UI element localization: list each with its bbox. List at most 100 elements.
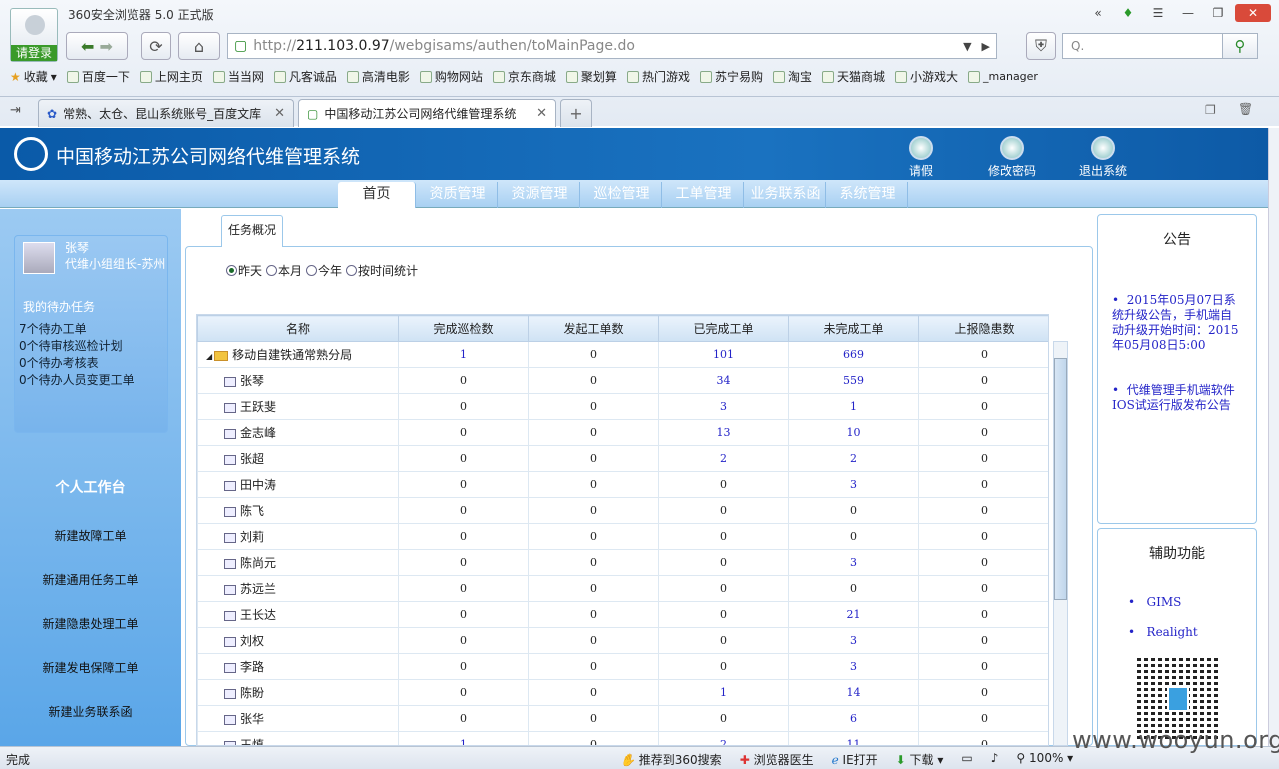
expand-arrow-icon[interactable]: ◢ — [206, 352, 212, 361]
scrollbar-thumb[interactable] — [1054, 358, 1067, 600]
sidebar-toggle-icon[interactable]: ⇥ — [10, 103, 21, 118]
column-header[interactable]: 发起工单数 — [528, 315, 659, 342]
table-row[interactable]: 陈尚元 0 0 0 3 0 — [197, 549, 1048, 576]
tab-count-icon[interactable]: ❐ — [1205, 103, 1216, 117]
column-header[interactable]: 未完成工单 — [788, 315, 919, 342]
menu-qualification[interactable]: 资质管理 — [418, 182, 498, 208]
home-button[interactable]: ⌂ — [178, 32, 220, 60]
logout-button[interactable]: 退出系统 — [1068, 136, 1138, 179]
menu-lines-icon[interactable]: ☰ — [1145, 4, 1171, 22]
leave-button[interactable]: 请假 — [886, 136, 956, 179]
bookmark-item[interactable]: 小游戏大 — [895, 68, 958, 85]
table-row[interactable]: ◢ 移动自建铁通常熟分局 1 0 101 669 0 — [197, 341, 1048, 368]
table-row[interactable]: 刘权 0 0 0 3 0 — [197, 627, 1048, 654]
table-row[interactable]: 苏远兰 0 0 0 0 0 — [197, 575, 1048, 602]
skin-icon[interactable]: ♦ — [1115, 4, 1141, 22]
volume-icon[interactable]: ♪ — [991, 751, 999, 768]
table-row[interactable]: 张华 0 0 0 6 0 — [197, 705, 1048, 732]
table-row[interactable]: 王慎 1 0 2 11 0 — [197, 731, 1048, 745]
table-row[interactable]: 李路 0 0 0 3 0 — [197, 653, 1048, 680]
close-tab-icon[interactable]: ✕ — [274, 106, 285, 121]
minimize-icon[interactable]: — — [1175, 4, 1201, 22]
radio-yesterday[interactable]: 昨天 — [226, 262, 262, 279]
notice-item[interactable]: • 代维管理手机端软件IOS试运行版发布公告 — [1098, 383, 1256, 413]
new-power-order-link[interactable]: 新建发电保障工单 — [0, 659, 181, 676]
column-header[interactable]: 完成巡检数 — [398, 315, 529, 342]
refresh-button[interactable]: ⟳ — [141, 32, 171, 60]
new-general-task-link[interactable]: 新建通用任务工单 — [0, 571, 181, 588]
bookmark-item[interactable]: 百度一下 — [66, 68, 130, 85]
new-tab-button[interactable]: + — [560, 99, 592, 127]
todo-staff-changes[interactable]: 0个待办人员变更工单 — [19, 372, 135, 389]
column-header[interactable]: 已完成工单 — [658, 315, 789, 342]
bookmark-item[interactable]: 京东商城 — [492, 68, 556, 85]
bookmark-item[interactable]: 当当网 — [212, 68, 264, 85]
radio-year[interactable]: 今年 — [306, 262, 342, 279]
bookmark-item[interactable]: 聚划算 — [565, 68, 617, 85]
back-arrow-icon[interactable]: ⬅ — [81, 37, 94, 56]
back-forward-button[interactable]: ⬅ ➡ — [66, 32, 128, 60]
bookmark-item[interactable]: 凡客诚品 — [273, 68, 337, 85]
bookmark-item[interactable]: 购物网站 — [419, 68, 483, 85]
menu-home[interactable]: 首页 — [338, 182, 416, 208]
grid-scrollbar[interactable] — [1053, 341, 1068, 746]
user-avatar-button[interactable]: 请登录 — [10, 8, 58, 62]
menu-business-letter[interactable]: 业务联系函 — [746, 182, 826, 208]
bookmark-item[interactable]: 苏宁易购 — [699, 68, 763, 85]
notice-item[interactable]: • 2015年05月07日系统升级公告，手机端自动升级开始时间：2015年05月… — [1098, 293, 1256, 353]
forward-arrow-icon[interactable]: ➡ — [100, 37, 113, 56]
table-row[interactable]: 金志峰 0 0 13 10 0 — [197, 419, 1048, 446]
new-business-letter-link[interactable]: 新建业务联系函 — [0, 703, 181, 720]
table-row[interactable]: 张超 0 0 2 2 0 — [197, 445, 1048, 472]
tab-main-system[interactable]: ▢ 中国移动江苏公司网络代维管理系统 ✕ — [298, 99, 556, 127]
ie-open-button[interactable]: ℯ IE打开 — [832, 751, 878, 768]
bookmark-item[interactable]: _manager — [968, 70, 1038, 83]
column-header[interactable]: 名称 — [197, 315, 399, 342]
bookmark-item[interactable]: 热门游戏 — [626, 68, 690, 85]
radio-month[interactable]: 本月 — [266, 262, 302, 279]
close-window-icon[interactable]: ✕ — [1235, 4, 1271, 22]
table-row[interactable]: 陈盼 0 0 1 14 0 — [197, 679, 1048, 706]
aux-link-realight[interactable]: • Realight — [1098, 625, 1256, 640]
todo-inspection-plans[interactable]: 0个待审核巡检计划 — [19, 338, 135, 355]
login-label[interactable]: 请登录 — [11, 45, 57, 61]
dropdown-icon[interactable]: ▼ — [963, 40, 971, 53]
bookmark-item[interactable]: 高清电影 — [346, 68, 410, 85]
bookmark-item[interactable]: 淘宝 — [772, 68, 812, 85]
search-button[interactable]: ⚲ — [1222, 33, 1258, 59]
aux-link-gims[interactable]: • GIMS — [1098, 595, 1256, 610]
column-header[interactable]: 上报隐患数 — [918, 315, 1048, 342]
browser-doctor-button[interactable]: ✚ 浏览器医生 — [740, 751, 814, 768]
radio-by-time[interactable]: 按时间统计 — [346, 262, 418, 279]
close-tab-icon[interactable]: ✕ — [536, 106, 547, 121]
menu-workorder[interactable]: 工单管理 — [664, 182, 744, 208]
table-row[interactable]: 陈飞 0 0 0 0 0 — [197, 497, 1048, 524]
table-row[interactable]: 刘莉 0 0 0 0 0 — [197, 523, 1048, 550]
monitor-icon[interactable]: ▭ — [961, 751, 972, 768]
new-hazard-order-link[interactable]: 新建隐患处理工单 — [0, 615, 181, 632]
table-row[interactable]: 王跃斐 0 0 3 1 0 — [197, 393, 1048, 420]
go-icon[interactable]: ▶ — [982, 40, 990, 53]
bookmark-item[interactable]: 上网主页 — [139, 68, 203, 85]
recommend-360-button[interactable]: ✋ 推荐到360搜索 — [620, 751, 722, 768]
todo-workorders[interactable]: 7个待办工单 — [19, 321, 135, 338]
menu-system[interactable]: 系统管理 — [828, 182, 908, 208]
page-scrollbar[interactable] — [1268, 128, 1279, 746]
table-row[interactable]: 田中涛 0 0 0 3 0 — [197, 471, 1048, 498]
bookmark-item[interactable]: 天猫商城 — [821, 68, 885, 85]
security-button[interactable]: ⛨ — [1026, 32, 1056, 60]
menu-icon[interactable]: « — [1085, 4, 1111, 22]
download-button[interactable]: ⬇ 下载 ▾ — [896, 751, 944, 768]
tab-baidu-wenku[interactable]: ✿ 常熟、太仓、昆山系统账号_百度文库 ✕ — [38, 99, 294, 127]
address-bar[interactable]: ▢ http://211.103.0.97/webgisams/authen/to… — [227, 33, 997, 59]
trash-icon[interactable]: 🗑 — [1238, 102, 1253, 116]
bookmark-item[interactable]: ★ 收藏 ▾ — [10, 68, 57, 85]
new-fault-order-link[interactable]: 新建故障工单 — [0, 527, 181, 544]
zoom-control[interactable]: ⚲ 100% ▾ — [1016, 751, 1073, 768]
tab-task-overview[interactable]: 任务概况 — [221, 215, 283, 247]
todo-assessments[interactable]: 0个待办考核表 — [19, 355, 135, 372]
table-row[interactable]: 王长达 0 0 0 21 0 — [197, 601, 1048, 628]
menu-inspection[interactable]: 巡检管理 — [582, 182, 662, 208]
restore-icon[interactable]: ❐ — [1205, 4, 1231, 22]
change-password-button[interactable]: 修改密码 — [977, 136, 1047, 179]
